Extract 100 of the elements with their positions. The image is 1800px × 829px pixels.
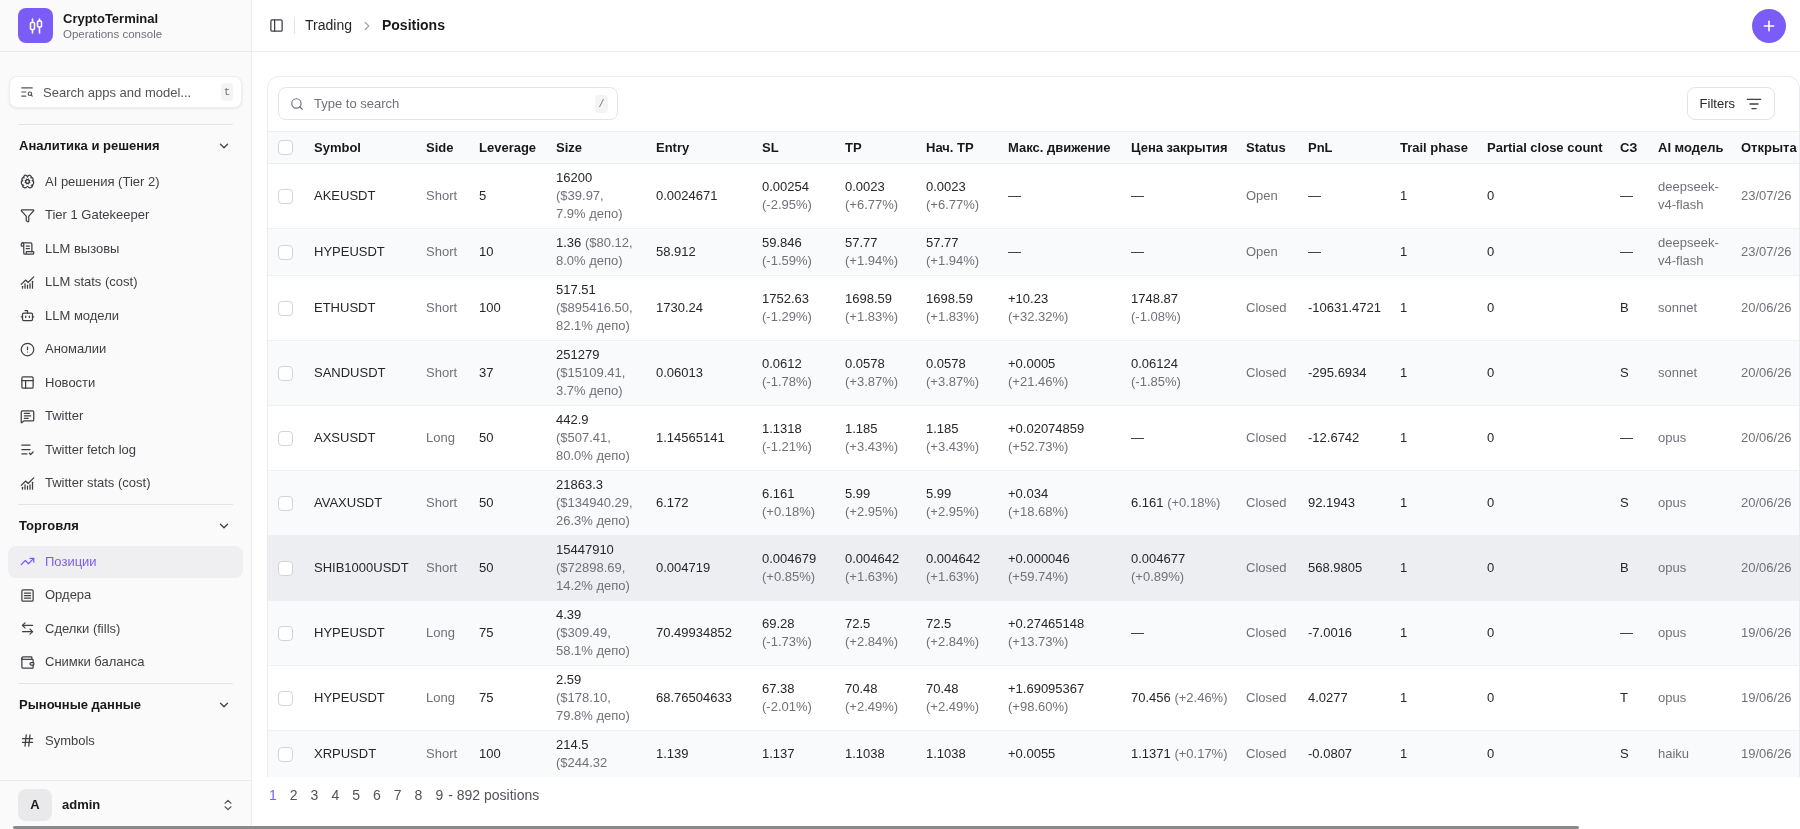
page-link[interactable]: 9 (435, 785, 444, 805)
row-checkbox[interactable] (278, 188, 293, 204)
section-toggle[interactable]: Аналитика и решения (8, 128, 243, 164)
table-cell: Short (418, 340, 471, 406)
page-link[interactable]: 5 (352, 785, 360, 805)
row-checkbox[interactable] (278, 690, 293, 706)
table-cell: 1.1318 (-1.21%) (754, 405, 837, 471)
table-cell: 4.39 ($309.49, 58.1% депо) (548, 600, 648, 666)
row-checkbox[interactable] (278, 560, 293, 576)
table-cell: 72.5 (+2.84%) (837, 600, 918, 666)
chart-icon (20, 274, 35, 290)
nav-item[interactable]: Twitter fetch log (8, 433, 243, 466)
table-cell: sonnet (1650, 275, 1734, 341)
nav-item[interactable]: Новости (8, 366, 243, 399)
table-cell: 21863.3 ($134940.29, 26.3% депо) (548, 470, 648, 536)
table-cell: — (1123, 405, 1238, 471)
table-cell: — (1612, 228, 1650, 276)
page-link[interactable]: 8 (414, 785, 423, 805)
nav-item[interactable]: Tier 1 Gatekeeper (8, 199, 243, 231)
column-header: AI модель (1650, 131, 1734, 164)
page-link[interactable]: 7 (393, 785, 402, 805)
nav-item[interactable]: LLM вызовы (8, 232, 243, 265)
table-cell: -10631.4721 (1300, 275, 1392, 341)
table-cell: 70.456 (+2.46%) (1123, 665, 1238, 731)
table-cell: 20/06/26 (1734, 275, 1799, 341)
table-cell: Long (418, 665, 471, 731)
row-checkbox[interactable] (278, 244, 293, 260)
table-cell: -7.0016 (1300, 600, 1392, 666)
row-checkbox[interactable] (278, 625, 293, 641)
table-cell: — (1000, 228, 1123, 276)
nav-item[interactable]: LLM stats (cost) (8, 266, 243, 298)
table-cell: 70.48 (+2.49%) (918, 665, 1000, 731)
select-all-checkbox[interactable] (278, 140, 293, 155)
table-cell: 100 (471, 275, 548, 341)
nav-item[interactable]: AI решения (Tier 2) (8, 165, 243, 198)
table-cell: 0.004642 (+1.63%) (837, 535, 918, 601)
table-cell: 251279 ($15109.41, 3.7% депо) (548, 340, 648, 406)
table-cell: deepseek-v4-flash (1650, 228, 1734, 276)
table-cell: 57.77 (+1.94%) (918, 228, 1000, 276)
table-cell: Short (418, 275, 471, 341)
table-cell: 0.0023 (+6.77%) (918, 163, 1000, 229)
table-cell: +10.23 (+32.32%) (1000, 275, 1123, 341)
column-header: Symbol (306, 131, 418, 164)
add-button[interactable] (1752, 8, 1786, 43)
table-cell: 68.76504633 (648, 665, 754, 731)
nav-item[interactable]: Снимки баланса (8, 646, 243, 678)
nav-item[interactable]: Twitter stats (cost) (8, 467, 243, 499)
message-icon (20, 408, 35, 424)
nav-item[interactable]: Позиции (8, 545, 243, 578)
keyboard-shortcut: / (595, 95, 608, 113)
table-cell: B (1612, 535, 1650, 601)
table-cell: 0.004679 (+0.85%) (754, 535, 837, 601)
keyboard-shortcut: t (221, 83, 233, 101)
table-cell: 0.004642 (+1.63%) (918, 535, 1000, 601)
table-cell: Closed (1238, 340, 1300, 406)
page-link[interactable]: 4 (331, 785, 340, 805)
table-cell: 75 (471, 665, 548, 731)
page-link[interactable]: 6 (373, 785, 381, 805)
table-cell: HYPEUSDT (306, 665, 418, 731)
table-cell: 568.9805 (1300, 535, 1392, 601)
table-cell: 58.912 (648, 228, 754, 276)
table-cell: -295.6934 (1300, 340, 1392, 406)
page-link[interactable]: 3 (310, 785, 319, 805)
table-cell: 67.38 (-2.01%) (754, 665, 837, 731)
table-cell: Open (1238, 228, 1300, 276)
nav-item[interactable]: Ордера (8, 579, 243, 611)
table-cell: 1730.24 (648, 275, 754, 341)
row-checkbox[interactable] (278, 430, 293, 446)
nav-item[interactable]: LLM модели (8, 299, 243, 332)
brain-gear-icon (20, 174, 35, 189)
table-cell: 1 (1392, 228, 1479, 276)
breadcrumb-link[interactable]: Trading (305, 15, 352, 36)
nav-item[interactable]: Twitter (8, 400, 243, 432)
row-checkbox[interactable] (278, 746, 293, 762)
column-header: Leverage (471, 131, 548, 164)
row-checkbox[interactable] (278, 365, 293, 381)
table-cell: 1748.87 (-1.08%) (1123, 275, 1238, 341)
nav-item[interactable]: Symbols (8, 724, 243, 757)
table-cell: 15447910 ($72898.69, 14.2% депо) (548, 535, 648, 601)
row-checkbox[interactable] (278, 495, 293, 511)
layout-icon (20, 375, 35, 390)
app-subtitle: Operations console (63, 26, 163, 42)
column-header: Макс. движение (1000, 131, 1123, 164)
page-link[interactable]: 1 (269, 785, 277, 805)
section-toggle[interactable]: Торговля (8, 508, 243, 544)
column-header: Side (418, 131, 471, 164)
section-toggle[interactable]: Рыночные данные (8, 687, 243, 723)
table-cell: — (1612, 163, 1650, 229)
column-header: TP (837, 131, 918, 164)
table-cell: SHIB1000USDT (306, 535, 418, 601)
table-cell: Short (418, 228, 471, 276)
filters-button[interactable]: Filters (1686, 87, 1775, 120)
panel-icon (268, 18, 284, 33)
row-checkbox[interactable] (278, 300, 293, 316)
nav-item[interactable]: Сделки (fills) (8, 612, 243, 645)
table-cell: B (1612, 275, 1650, 341)
table-cell: 1 (1392, 405, 1479, 471)
page-link[interactable]: 2 (289, 785, 298, 805)
nav-item[interactable]: Аномалии (8, 333, 243, 365)
table-cell: AVAXUSDT (306, 470, 418, 536)
